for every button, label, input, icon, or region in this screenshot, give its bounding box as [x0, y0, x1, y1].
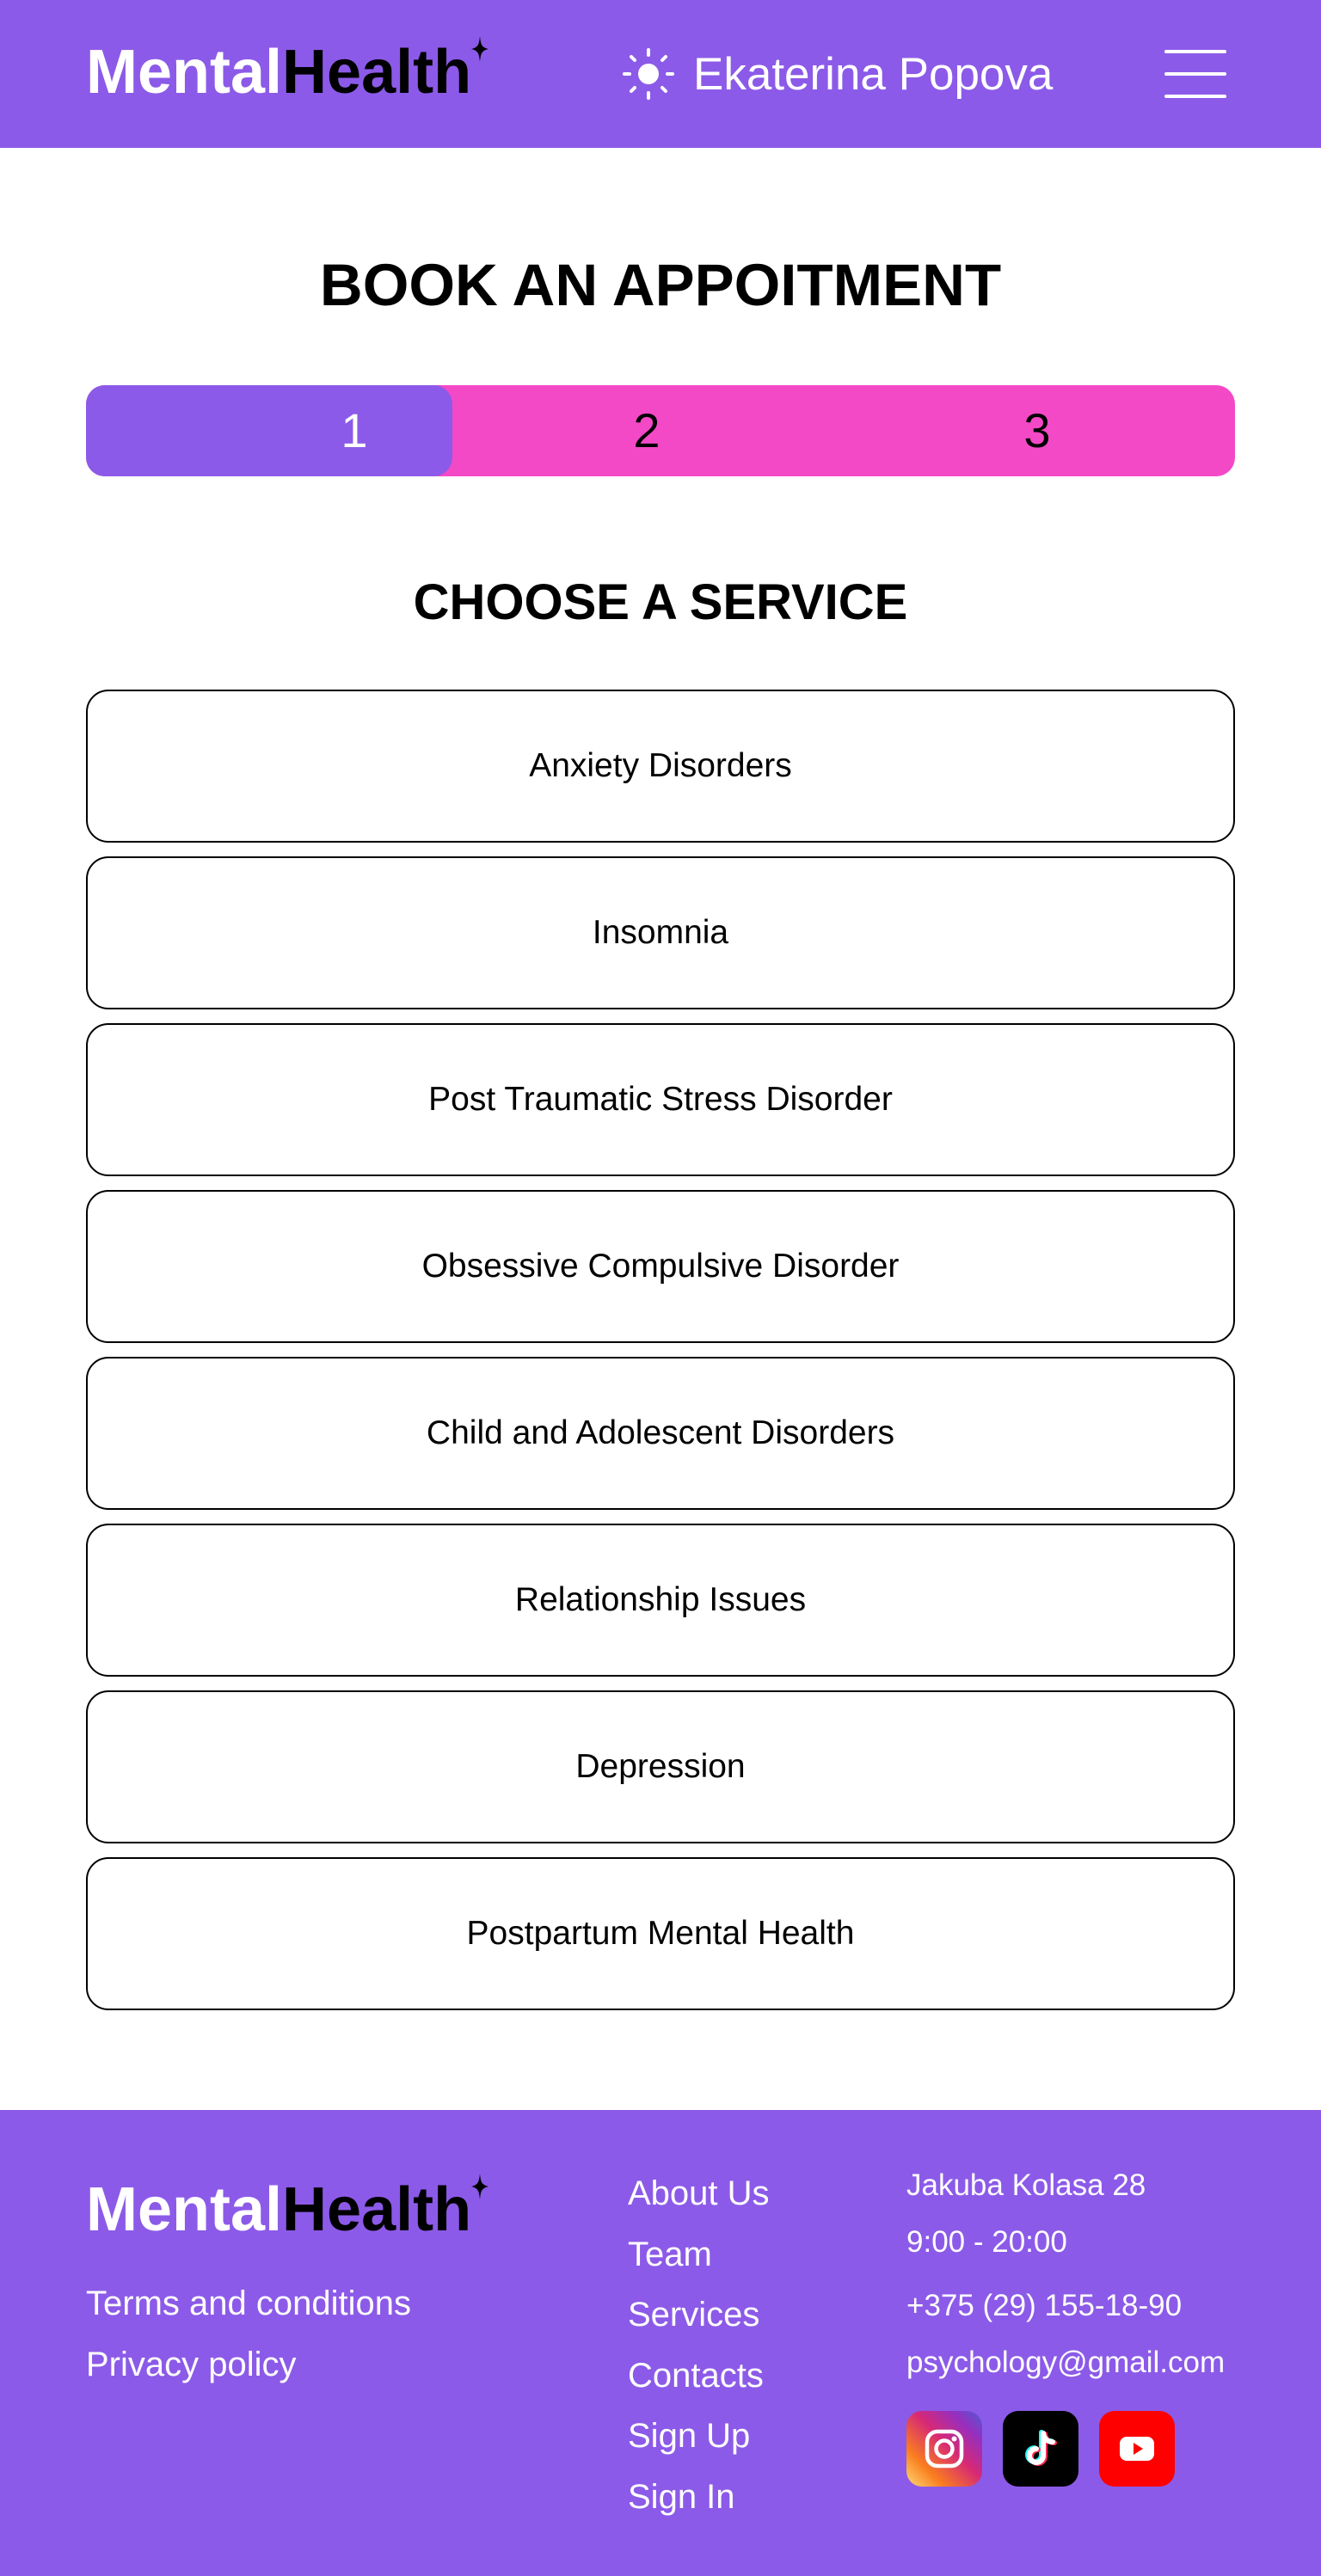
- service-option-child-adolescent[interactable]: Child and Adolescent Disorders: [86, 1357, 1235, 1510]
- phone-number[interactable]: +375 (29) 155-18-90: [906, 2289, 1182, 2323]
- nav-contacts[interactable]: Contacts: [628, 2346, 770, 2407]
- site-footer: MentalHealth Terms and conditions Privac…: [0, 2110, 1321, 2576]
- nav-team[interactable]: Team: [628, 2224, 770, 2285]
- logo-text-mental: Mental: [86, 38, 283, 107]
- service-option-relationship[interactable]: Relationship Issues: [86, 1524, 1235, 1677]
- service-option-anxiety[interactable]: Anxiety Disorders: [86, 690, 1235, 843]
- service-option-postpartum[interactable]: Postpartum Mental Health: [86, 1857, 1235, 2010]
- sun-icon[interactable]: [621, 46, 676, 101]
- social-links: [906, 2411, 1175, 2487]
- footer-nav: About Us Team Services Contacts Sign Up …: [628, 2163, 770, 2527]
- nav-services[interactable]: Services: [628, 2285, 770, 2346]
- menu-line: [1164, 72, 1226, 76]
- step-3[interactable]: 3: [986, 385, 1089, 476]
- logo-text-mental: Mental: [86, 2175, 283, 2244]
- service-option-insomnia[interactable]: Insomnia: [86, 856, 1235, 1009]
- logo-text-health: Health: [282, 38, 472, 107]
- legal-links: Terms and conditions Privacy policy: [86, 2273, 411, 2395]
- site-logo[interactable]: MentalHealth: [86, 36, 488, 103]
- logo-text-health: Health: [282, 2175, 472, 2244]
- service-option-ptsd[interactable]: Post Traumatic Stress Disorder: [86, 1023, 1235, 1176]
- menu-line: [1164, 95, 1226, 98]
- step-2[interactable]: 2: [595, 385, 698, 476]
- instagram-icon[interactable]: [906, 2411, 982, 2487]
- section-title: CHOOSE A SERVICE: [413, 574, 908, 630]
- service-list: Anxiety Disorders Insomnia Post Traumati…: [86, 690, 1235, 2024]
- service-option-depression[interactable]: Depression: [86, 1690, 1235, 1843]
- nav-about-us[interactable]: About Us: [628, 2163, 770, 2224]
- terms-link[interactable]: Terms and conditions: [86, 2273, 411, 2334]
- user-name[interactable]: Ekaterina Popova: [693, 48, 1053, 101]
- user-area: Ekaterina Popova: [621, 45, 1053, 103]
- step-1[interactable]: 1: [303, 385, 406, 476]
- privacy-link[interactable]: Privacy policy: [86, 2334, 411, 2395]
- address: Jakuba Kolasa 28: [906, 2168, 1146, 2202]
- service-option-ocd[interactable]: Obsessive Compulsive Disorder: [86, 1190, 1235, 1343]
- nav-sign-in[interactable]: Sign In: [628, 2467, 770, 2528]
- hamburger-menu-icon[interactable]: [1164, 48, 1226, 100]
- sparkle-icon: [471, 36, 488, 62]
- nav-sign-up[interactable]: Sign Up: [628, 2406, 770, 2467]
- email-address[interactable]: psychology@gmail.com: [906, 2346, 1225, 2380]
- tiktok-icon[interactable]: [1003, 2411, 1078, 2487]
- page-title: BOOK AN APPOITMENT: [319, 252, 1002, 318]
- working-hours: 9:00 - 20:00: [906, 2225, 1067, 2259]
- booking-steps: 1 2 3: [86, 385, 1235, 476]
- site-header: MentalHealth Ekaterina Popova: [0, 0, 1321, 148]
- footer-logo[interactable]: MentalHealth: [86, 2174, 488, 2241]
- sparkle-icon: [471, 2174, 488, 2199]
- menu-line: [1164, 50, 1226, 53]
- youtube-icon[interactable]: [1099, 2411, 1175, 2487]
